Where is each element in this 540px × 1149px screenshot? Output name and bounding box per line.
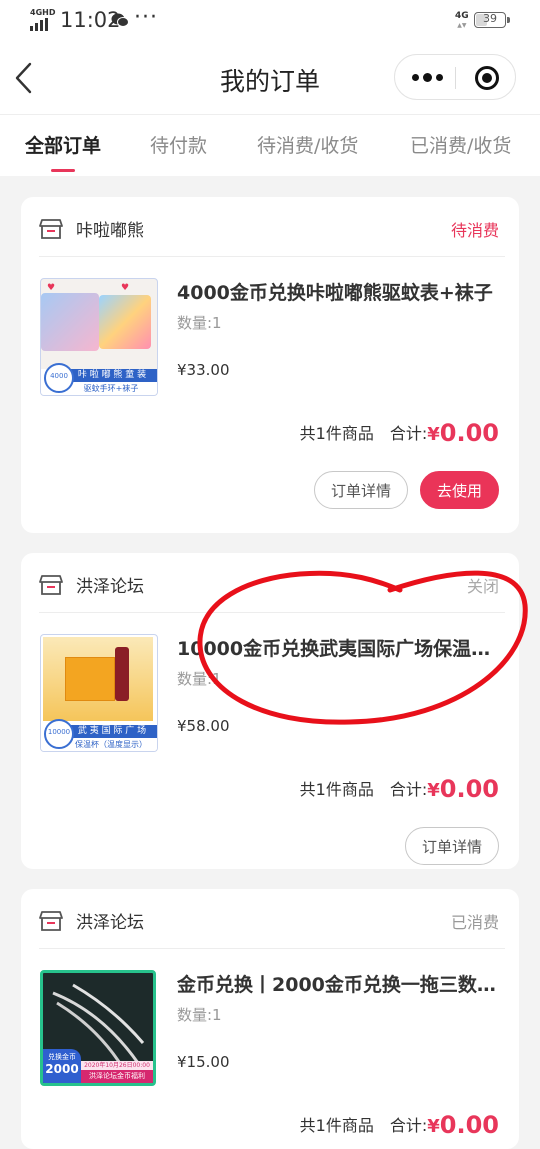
- order-card-header: 洪泽论坛 已消费: [21, 889, 519, 949]
- divider: [39, 612, 505, 613]
- shop-name[interactable]: 洪泽论坛: [76, 572, 144, 597]
- total-amount: 0.00: [439, 1111, 499, 1139]
- divider: [39, 256, 505, 257]
- order-detail-button[interactable]: 订单详情: [313, 471, 408, 509]
- order-status: 待消费: [450, 221, 499, 240]
- product-thumbnail[interactable]: 武 夷 国 际 广 场 保温杯（温度显示） 10000: [40, 634, 158, 752]
- product-quantity: 数量:1: [177, 1006, 222, 1024]
- status-more-dots: ···: [134, 5, 158, 30]
- shop-name[interactable]: 咔啦嘟熊: [76, 216, 144, 241]
- network-4g-icon: 4G ▲▼: [455, 11, 469, 30]
- product-photo: [99, 295, 151, 349]
- divider: [39, 948, 505, 949]
- shop-name[interactable]: 洪泽论坛: [76, 908, 144, 933]
- product-title[interactable]: 10000金币兑换武夷国际广场保温…: [177, 634, 501, 661]
- coin-badge: 兑换金币 2000: [43, 1049, 81, 1083]
- store-icon: [39, 911, 63, 931]
- use-button[interactable]: 去使用: [419, 471, 499, 509]
- order-summary: 共1件商品 合计: ¥ 0.00: [300, 763, 499, 803]
- order-actions: 订单详情 去使用: [313, 471, 499, 509]
- total-amount: 0.00: [439, 419, 499, 447]
- coin-badge: 4000: [44, 363, 74, 393]
- product-title[interactable]: 金币兑换丨2000金币兑换一拖三数…: [177, 970, 501, 997]
- order-detail-button[interactable]: 订单详情: [404, 827, 499, 865]
- product-quantity: 数量:1: [177, 314, 222, 332]
- product-quantity: 数量:1: [177, 670, 222, 688]
- close-miniprogram-icon[interactable]: [475, 66, 499, 90]
- order-card[interactable]: 洪泽论坛 已消费 兑换金币 2000 2020年10月26日00:00 洪泽论坛…: [21, 889, 519, 1149]
- more-icon[interactable]: [409, 61, 445, 93]
- product-photo: [41, 293, 99, 351]
- battery-icon: 39: [474, 12, 510, 28]
- battery-level: 39: [483, 12, 497, 25]
- product-title[interactable]: 4000金币兑换咔啦嘟熊驱蚊表+袜子: [177, 278, 501, 305]
- heart-icon: ♥: [121, 283, 130, 293]
- total-label: 合计:: [389, 780, 428, 799]
- signal-icon: 4GHD: [30, 8, 55, 31]
- tab-pending-payment[interactable]: 待付款: [150, 131, 207, 158]
- order-status: 已消费: [450, 913, 499, 932]
- tab-all-orders[interactable]: 全部订单: [25, 131, 101, 158]
- total-currency: ¥: [427, 424, 440, 445]
- product-photo: [43, 637, 153, 721]
- product-price: ¥58.00: [177, 717, 230, 735]
- total-label: 合计:: [389, 1116, 428, 1135]
- capsule-divider: [455, 67, 456, 89]
- store-icon: [39, 575, 63, 595]
- order-status: 关闭: [466, 577, 499, 596]
- product-thumbnail[interactable]: 兑换金币 2000 2020年10月26日00:00 洪泽论坛金币福利: [40, 970, 156, 1086]
- product-price: ¥15.00: [177, 1053, 230, 1071]
- store-icon: [39, 219, 63, 239]
- order-actions: 订单详情: [404, 827, 499, 865]
- thumbnail-date: 2020年10月26日00:00: [81, 1061, 153, 1070]
- item-count: 共1件商品: [299, 424, 374, 443]
- total-amount: 0.00: [439, 775, 499, 803]
- item-count: 共1件商品: [299, 1116, 374, 1135]
- total-currency: ¥: [427, 1116, 440, 1137]
- active-tab-indicator: [51, 169, 75, 172]
- order-tabs: 全部订单 待付款 待消费/收货 已消费/收货: [0, 114, 540, 176]
- miniprogram-capsule: [394, 54, 516, 100]
- total-currency: ¥: [427, 780, 440, 801]
- order-summary: 共1件商品 合计: ¥ 0.00: [300, 1099, 499, 1139]
- heart-icon: ♥: [47, 283, 56, 293]
- wechat-icon: [111, 13, 129, 27]
- product-thumbnail[interactable]: ♥ ♥ 咔 啦 嘟 熊 童 装 驱蚊手环+袜子 4000: [40, 278, 158, 396]
- coin-badge: 10000: [44, 719, 74, 749]
- order-card[interactable]: 洪泽论坛 关闭 武 夷 国 际 广 场 保温杯（温度显示） 10000 1000…: [21, 553, 519, 869]
- total-label: 合计:: [389, 424, 428, 443]
- item-count: 共1件商品: [299, 780, 374, 799]
- tab-consumed[interactable]: 已消费/收货: [410, 131, 511, 158]
- order-card-header: 洪泽论坛 关闭: [21, 553, 519, 613]
- nav-bar: 我的订单: [0, 42, 540, 114]
- tab-pending-consume[interactable]: 待消费/收货: [257, 131, 358, 158]
- status-bar: 4GHD 11:02 ··· 4G ▲▼ 39: [0, 0, 540, 42]
- thumbnail-caption: 洪泽论坛金币福利: [81, 1070, 153, 1083]
- order-summary: 共1件商品 合计: ¥ 0.00: [300, 407, 499, 447]
- order-card[interactable]: 咔啦嘟熊 待消费 ♥ ♥ 咔 啦 嘟 熊 童 装 驱蚊手环+袜子 4000 40…: [21, 197, 519, 533]
- product-price: ¥33.00: [177, 361, 230, 379]
- order-card-header: 咔啦嘟熊 待消费: [21, 197, 519, 257]
